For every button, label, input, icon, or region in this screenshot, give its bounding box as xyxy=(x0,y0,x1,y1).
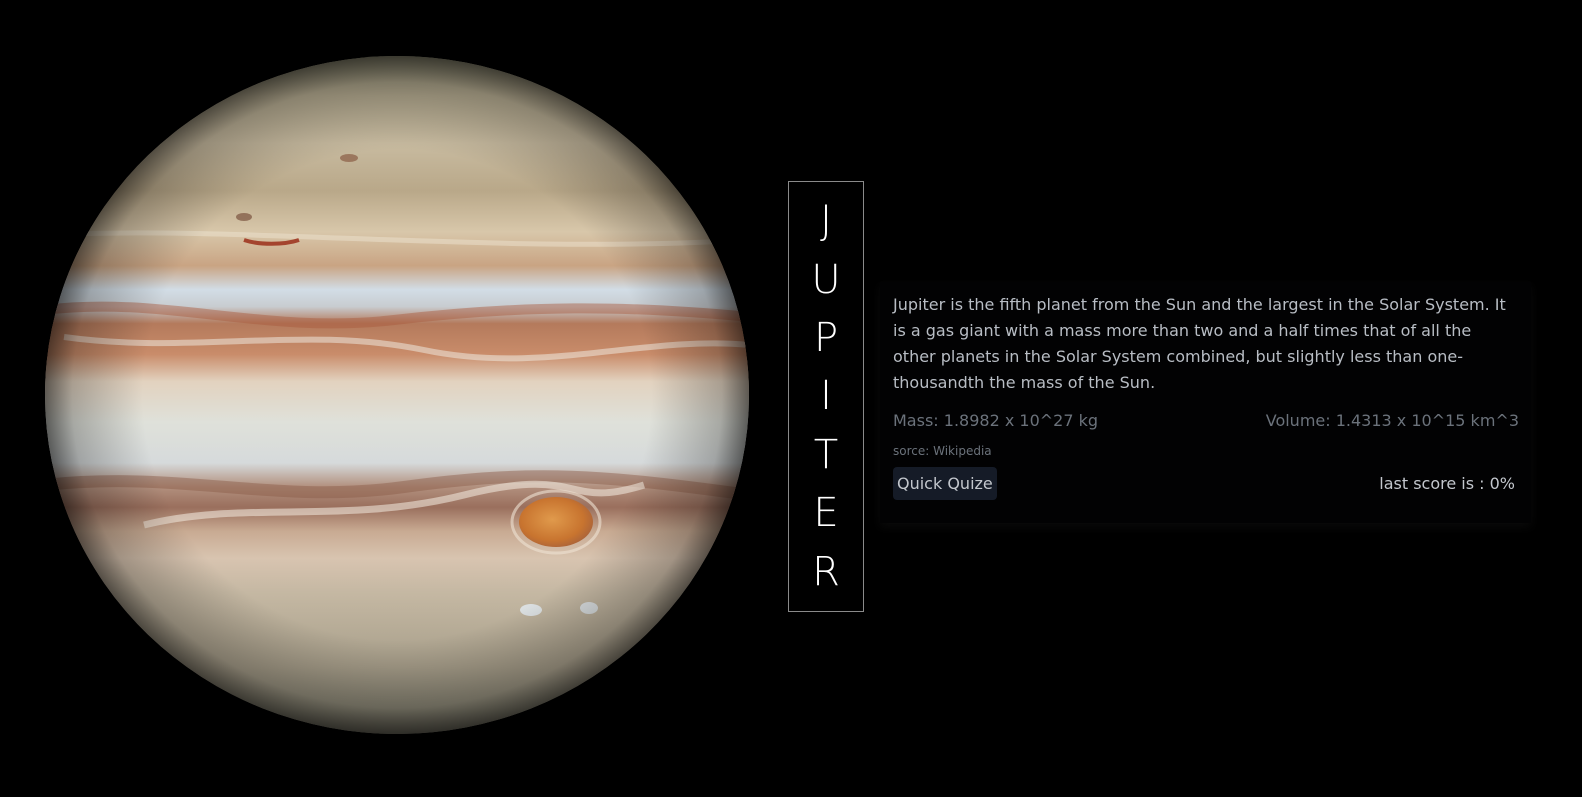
planet-info-card: Jupiter is the fifth planet from the Sun… xyxy=(880,282,1531,523)
last-score-text: last score is : 0% xyxy=(1379,474,1515,493)
source-credit: sorce: Wikipedia xyxy=(893,444,992,458)
mass-stat: Mass: 1.8982 x 10^27 kg xyxy=(893,411,1099,430)
planet-name-letter: U xyxy=(811,256,841,303)
planet-description: Jupiter is the fifth planet from the Sun… xyxy=(893,295,1506,392)
jupiter-planet-image xyxy=(44,55,750,735)
planet-name-vertical: J U P I T E R xyxy=(788,181,864,612)
quiz-row: Quick Quize last score is : 0% xyxy=(893,467,1515,500)
planet-name-letter: I xyxy=(820,373,832,420)
planet-name-letter: T xyxy=(813,431,839,478)
quick-quiz-button[interactable]: Quick Quize xyxy=(893,467,997,500)
planet-stats: Mass: 1.8982 x 10^27 kg Volume: 1.4313 x… xyxy=(893,410,1519,432)
volume-stat: Volume: 1.4313 x 10^15 km^3 xyxy=(1265,411,1519,430)
planet-name-letter: E xyxy=(813,490,839,537)
planet-name-letter: J xyxy=(820,198,832,245)
planet-name-letter: P xyxy=(813,315,839,362)
page: J U P I T E R Jupiter is the fifth plane… xyxy=(0,0,1582,797)
planet-name-letter: R xyxy=(812,548,840,595)
